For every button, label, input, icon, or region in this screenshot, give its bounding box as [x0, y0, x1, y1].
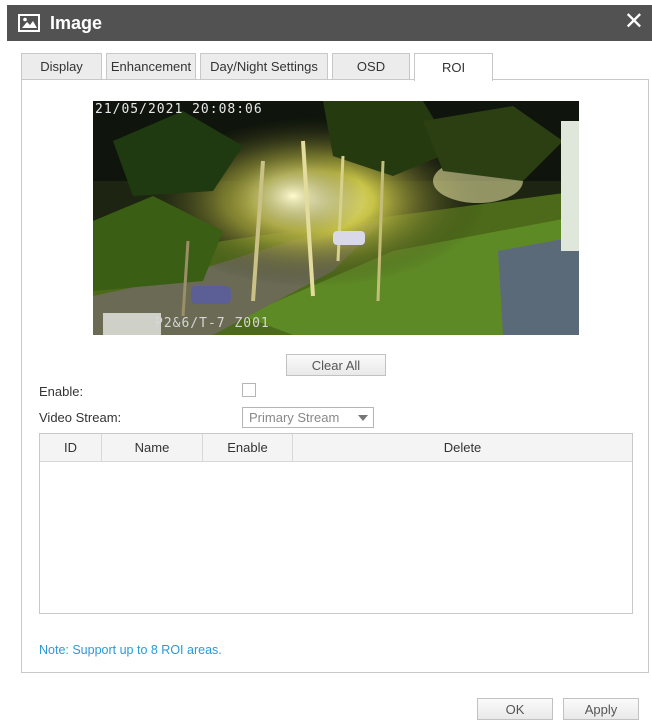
image-icon: [18, 14, 40, 32]
tab-osd[interactable]: OSD: [332, 53, 410, 79]
tab-display[interactable]: Display: [21, 53, 102, 79]
table-header: ID Name Enable Delete: [40, 434, 632, 462]
video-preview[interactable]: 21/05/2021 20:08:06 P2&6/T-7 Z001: [93, 101, 579, 335]
column-header-enable: Enable: [202, 434, 292, 461]
close-icon[interactable]: ✕: [624, 9, 644, 35]
roi-panel: 21/05/2021 20:08:06 P2&6/T-7 Z001 Clear …: [21, 79, 649, 673]
column-header-delete: Delete: [292, 434, 632, 461]
roi-table: ID Name Enable Delete: [39, 433, 633, 614]
dialog-title: Image: [50, 12, 103, 33]
osd-datetime: 21/05/2021 20:08:06: [95, 102, 263, 117]
tab-enhancement[interactable]: Enhancement: [106, 53, 196, 79]
roi-limit-note: Note: Support up to 8 ROI areas.: [39, 643, 222, 657]
osd-camera-label: P2&6/T-7 Z001: [155, 316, 270, 331]
clear-all-button[interactable]: Clear All: [286, 354, 386, 376]
chevron-down-icon: [358, 415, 368, 421]
enable-checkbox[interactable]: [242, 383, 256, 397]
apply-button[interactable]: Apply: [563, 698, 639, 720]
dialog-titlebar: Image ✕: [7, 5, 652, 41]
video-stream-label: Video Stream:: [39, 410, 122, 425]
enable-label: Enable:: [39, 384, 84, 399]
camera-scene: [93, 101, 579, 335]
tab-day-night-settings[interactable]: Day/Night Settings: [200, 53, 328, 79]
video-stream-select[interactable]: Primary Stream: [242, 407, 374, 428]
tab-roi[interactable]: ROI: [414, 53, 493, 81]
column-header-name: Name: [101, 434, 202, 461]
video-stream-value: Primary Stream: [249, 410, 340, 425]
column-header-id: ID: [64, 440, 77, 455]
ok-button[interactable]: OK: [477, 698, 553, 720]
